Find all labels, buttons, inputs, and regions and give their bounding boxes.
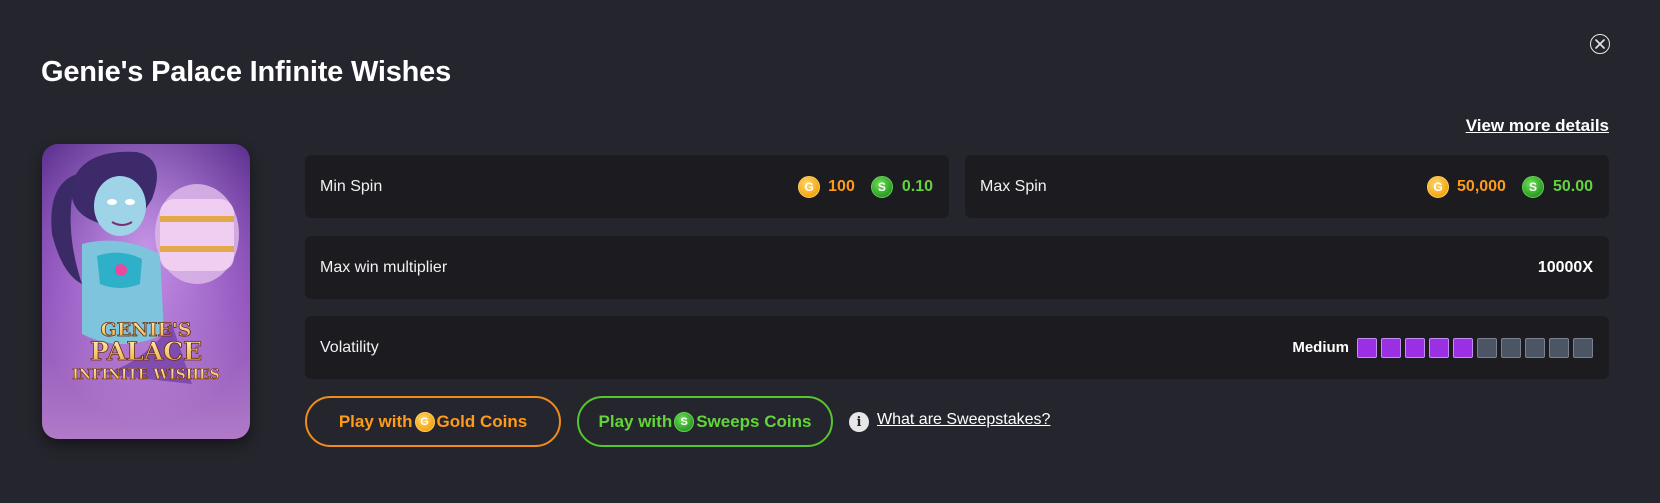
sweeps-coin-icon: S (1521, 175, 1544, 198)
volatility-segment (1381, 337, 1401, 358)
volatility-segment (1477, 337, 1497, 358)
what-are-sweepstakes-link[interactable]: What are Sweepstakes? (877, 411, 1050, 429)
volatility-segment (1429, 337, 1449, 358)
max-win-value: 10000X (1537, 258, 1593, 276)
game-thumbnail[interactable]: GENIE'S PALACE INFINITE WISHES (42, 144, 250, 439)
volatility-segment (1501, 337, 1521, 358)
min-spin-sweeps-value: 0.10 (901, 177, 933, 195)
volatility-segment (1453, 337, 1473, 358)
volatility-card: Volatility Medium (305, 316, 1609, 379)
genie-artwork: GENIE'S PALACE INFINITE WISHES (42, 144, 250, 439)
volatility-level-text: Medium (1292, 339, 1349, 356)
min-spin-label: Min Spin (320, 177, 383, 195)
max-spin-sweeps-value: 50.00 (1552, 177, 1593, 195)
logo-line-3: INFINITE WISHES (72, 367, 220, 383)
volatility-segment (1357, 337, 1377, 358)
play-gold-prefix: Play with (338, 411, 413, 431)
max-spin-label: Max Spin (980, 177, 1047, 195)
max-win-card: Max win multiplier 10000X (305, 236, 1609, 299)
game-title: Genie's Palace Infinite Wishes (41, 56, 452, 88)
volatility-segment (1405, 337, 1425, 358)
max-spin-gold-value: 50,000 (1457, 177, 1506, 195)
info-icon[interactable]: i (849, 412, 869, 432)
sweeps-coin-icon: S (674, 411, 695, 432)
play-sweeps-prefix: Play with (598, 411, 673, 431)
play-gold-suffix: Gold Coins (436, 411, 528, 431)
volatility-segment (1525, 337, 1545, 358)
play-sweeps-suffix: Sweeps Coins (696, 411, 812, 431)
logo-line-2: PALACE (90, 337, 202, 366)
volatility-label: Volatility (320, 338, 379, 356)
close-icon (1595, 39, 1605, 49)
gold-coin-icon: G (1427, 175, 1450, 198)
close-button[interactable] (1590, 34, 1610, 54)
min-spin-gold-value: 100 (828, 177, 855, 195)
volatility-segment (1549, 337, 1569, 358)
play-sweeps-coins-button[interactable]: Play with S Sweeps Coins (577, 396, 833, 447)
sweeps-coin-icon: S (870, 175, 893, 198)
min-spin-card: Min Spin G 100 S 0.10 (305, 155, 949, 218)
max-spin-card: Max Spin G 50,000 S 50.00 (965, 155, 1609, 218)
max-win-label: Max win multiplier (320, 258, 448, 276)
volatility-meter (1357, 337, 1593, 358)
play-gold-coins-button[interactable]: Play with G Gold Coins (305, 396, 561, 447)
volatility-segment (1573, 337, 1593, 358)
view-more-details-link[interactable]: View more details (1466, 116, 1609, 136)
gold-coin-icon: G (414, 411, 435, 432)
gold-coin-icon: G (798, 175, 821, 198)
